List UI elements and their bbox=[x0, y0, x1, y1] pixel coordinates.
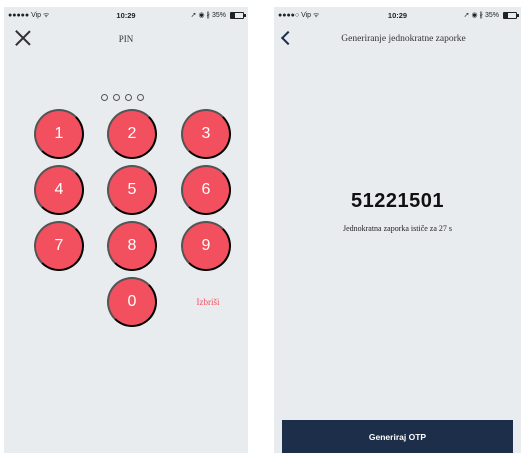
key-5[interactable]: 5 bbox=[107, 165, 157, 215]
key-4[interactable]: 4 bbox=[34, 165, 84, 215]
generate-otp-button[interactable]: Generiraj OTP bbox=[282, 420, 513, 453]
key-2[interactable]: 2 bbox=[107, 109, 157, 159]
pin-dot bbox=[125, 94, 132, 101]
status-indicators: ➚ ◉ ∦ 35% bbox=[463, 11, 519, 19]
otp-screen: ●●●●○ Vip ᯤ 10:29 ➚ ◉ ∦ 35% Generiranje … bbox=[274, 7, 521, 453]
otp-expiry-text: Jednokratna zaporka ističe za 27 s bbox=[342, 224, 453, 233]
otp-code: 51221501 bbox=[351, 190, 444, 212]
key-6[interactable]: 6 bbox=[181, 165, 231, 215]
key-3[interactable]: 3 bbox=[181, 109, 231, 159]
page-title: PIN bbox=[118, 34, 134, 44]
key-1[interactable]: 1 bbox=[34, 109, 84, 159]
status-icons: ➚ ◉ ∦ 35% bbox=[463, 12, 499, 19]
pin-screen: ●●●●● Vip ᯤ 10:29 ➚ ◉ ∦ 35% PIN 1 2 3 4 … bbox=[4, 7, 248, 453]
pin-dot bbox=[101, 94, 108, 101]
status-bar: ●●●●● Vip ᯤ 10:29 ➚ ◉ ∦ 35% bbox=[4, 7, 248, 21]
chevron-left-icon[interactable] bbox=[280, 31, 290, 45]
delete-button[interactable]: Izbriši bbox=[184, 297, 232, 307]
pin-indicator bbox=[101, 94, 144, 101]
status-indicators: ➚ ◉ ∦ 35% bbox=[190, 11, 246, 19]
pin-dot bbox=[137, 94, 144, 101]
key-0[interactable]: 0 bbox=[107, 277, 157, 327]
key-8[interactable]: 8 bbox=[107, 221, 157, 271]
battery-icon bbox=[503, 11, 519, 19]
page-title: Generiranje jednokratne zaporke bbox=[341, 34, 466, 44]
status-bar: ●●●●○ Vip ᯤ 10:29 ➚ ◉ ∦ 35% bbox=[274, 7, 521, 21]
key-9[interactable]: 9 bbox=[181, 221, 231, 271]
pin-dot bbox=[113, 94, 120, 101]
key-7[interactable]: 7 bbox=[34, 221, 84, 271]
status-icons: ➚ ◉ ∦ 35% bbox=[190, 12, 226, 19]
battery-icon bbox=[230, 11, 246, 19]
